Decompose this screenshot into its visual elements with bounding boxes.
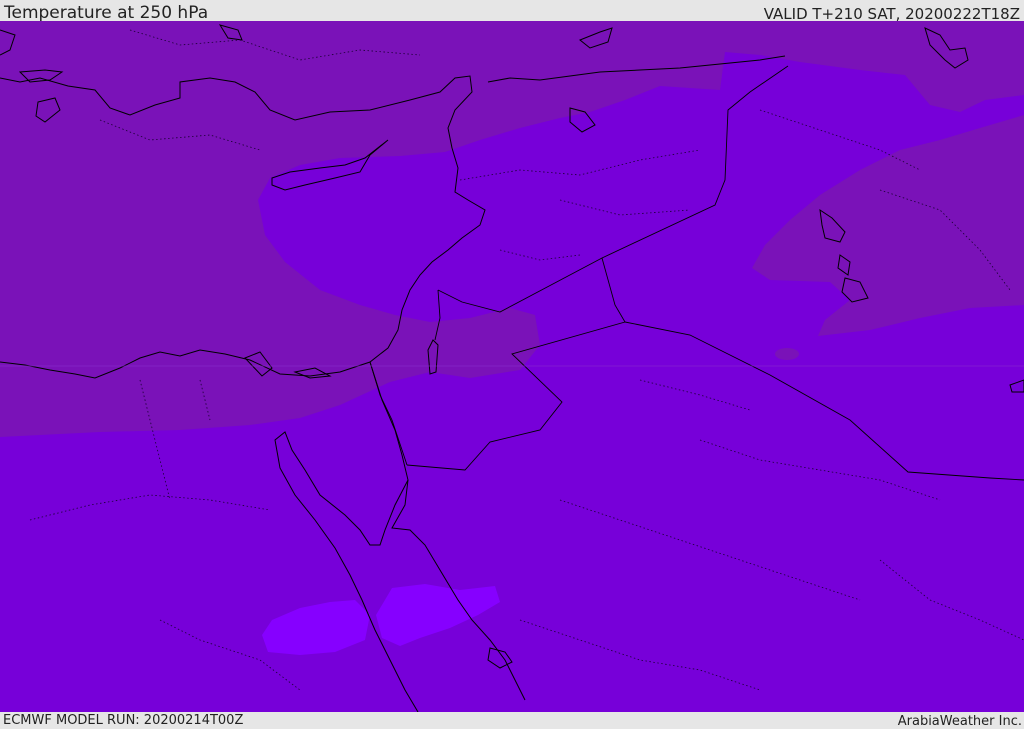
- credit-label: ArabiaWeather Inc.: [897, 714, 1022, 729]
- footer-bar: ECMWF MODEL RUN: 20200214T00Z ArabiaWeat…: [0, 712, 1024, 729]
- map-title: Temperature at 250 hPa: [4, 3, 209, 23]
- model-run-label: ECMWF MODEL RUN: 20200214T00Z: [3, 713, 244, 728]
- header-bar: Temperature at 250 hPa VALID T+210 SAT, …: [0, 0, 1024, 23]
- warm-spot: [775, 348, 799, 360]
- map-canvas: [0, 21, 1024, 712]
- weather-map[interactable]: [0, 21, 1024, 712]
